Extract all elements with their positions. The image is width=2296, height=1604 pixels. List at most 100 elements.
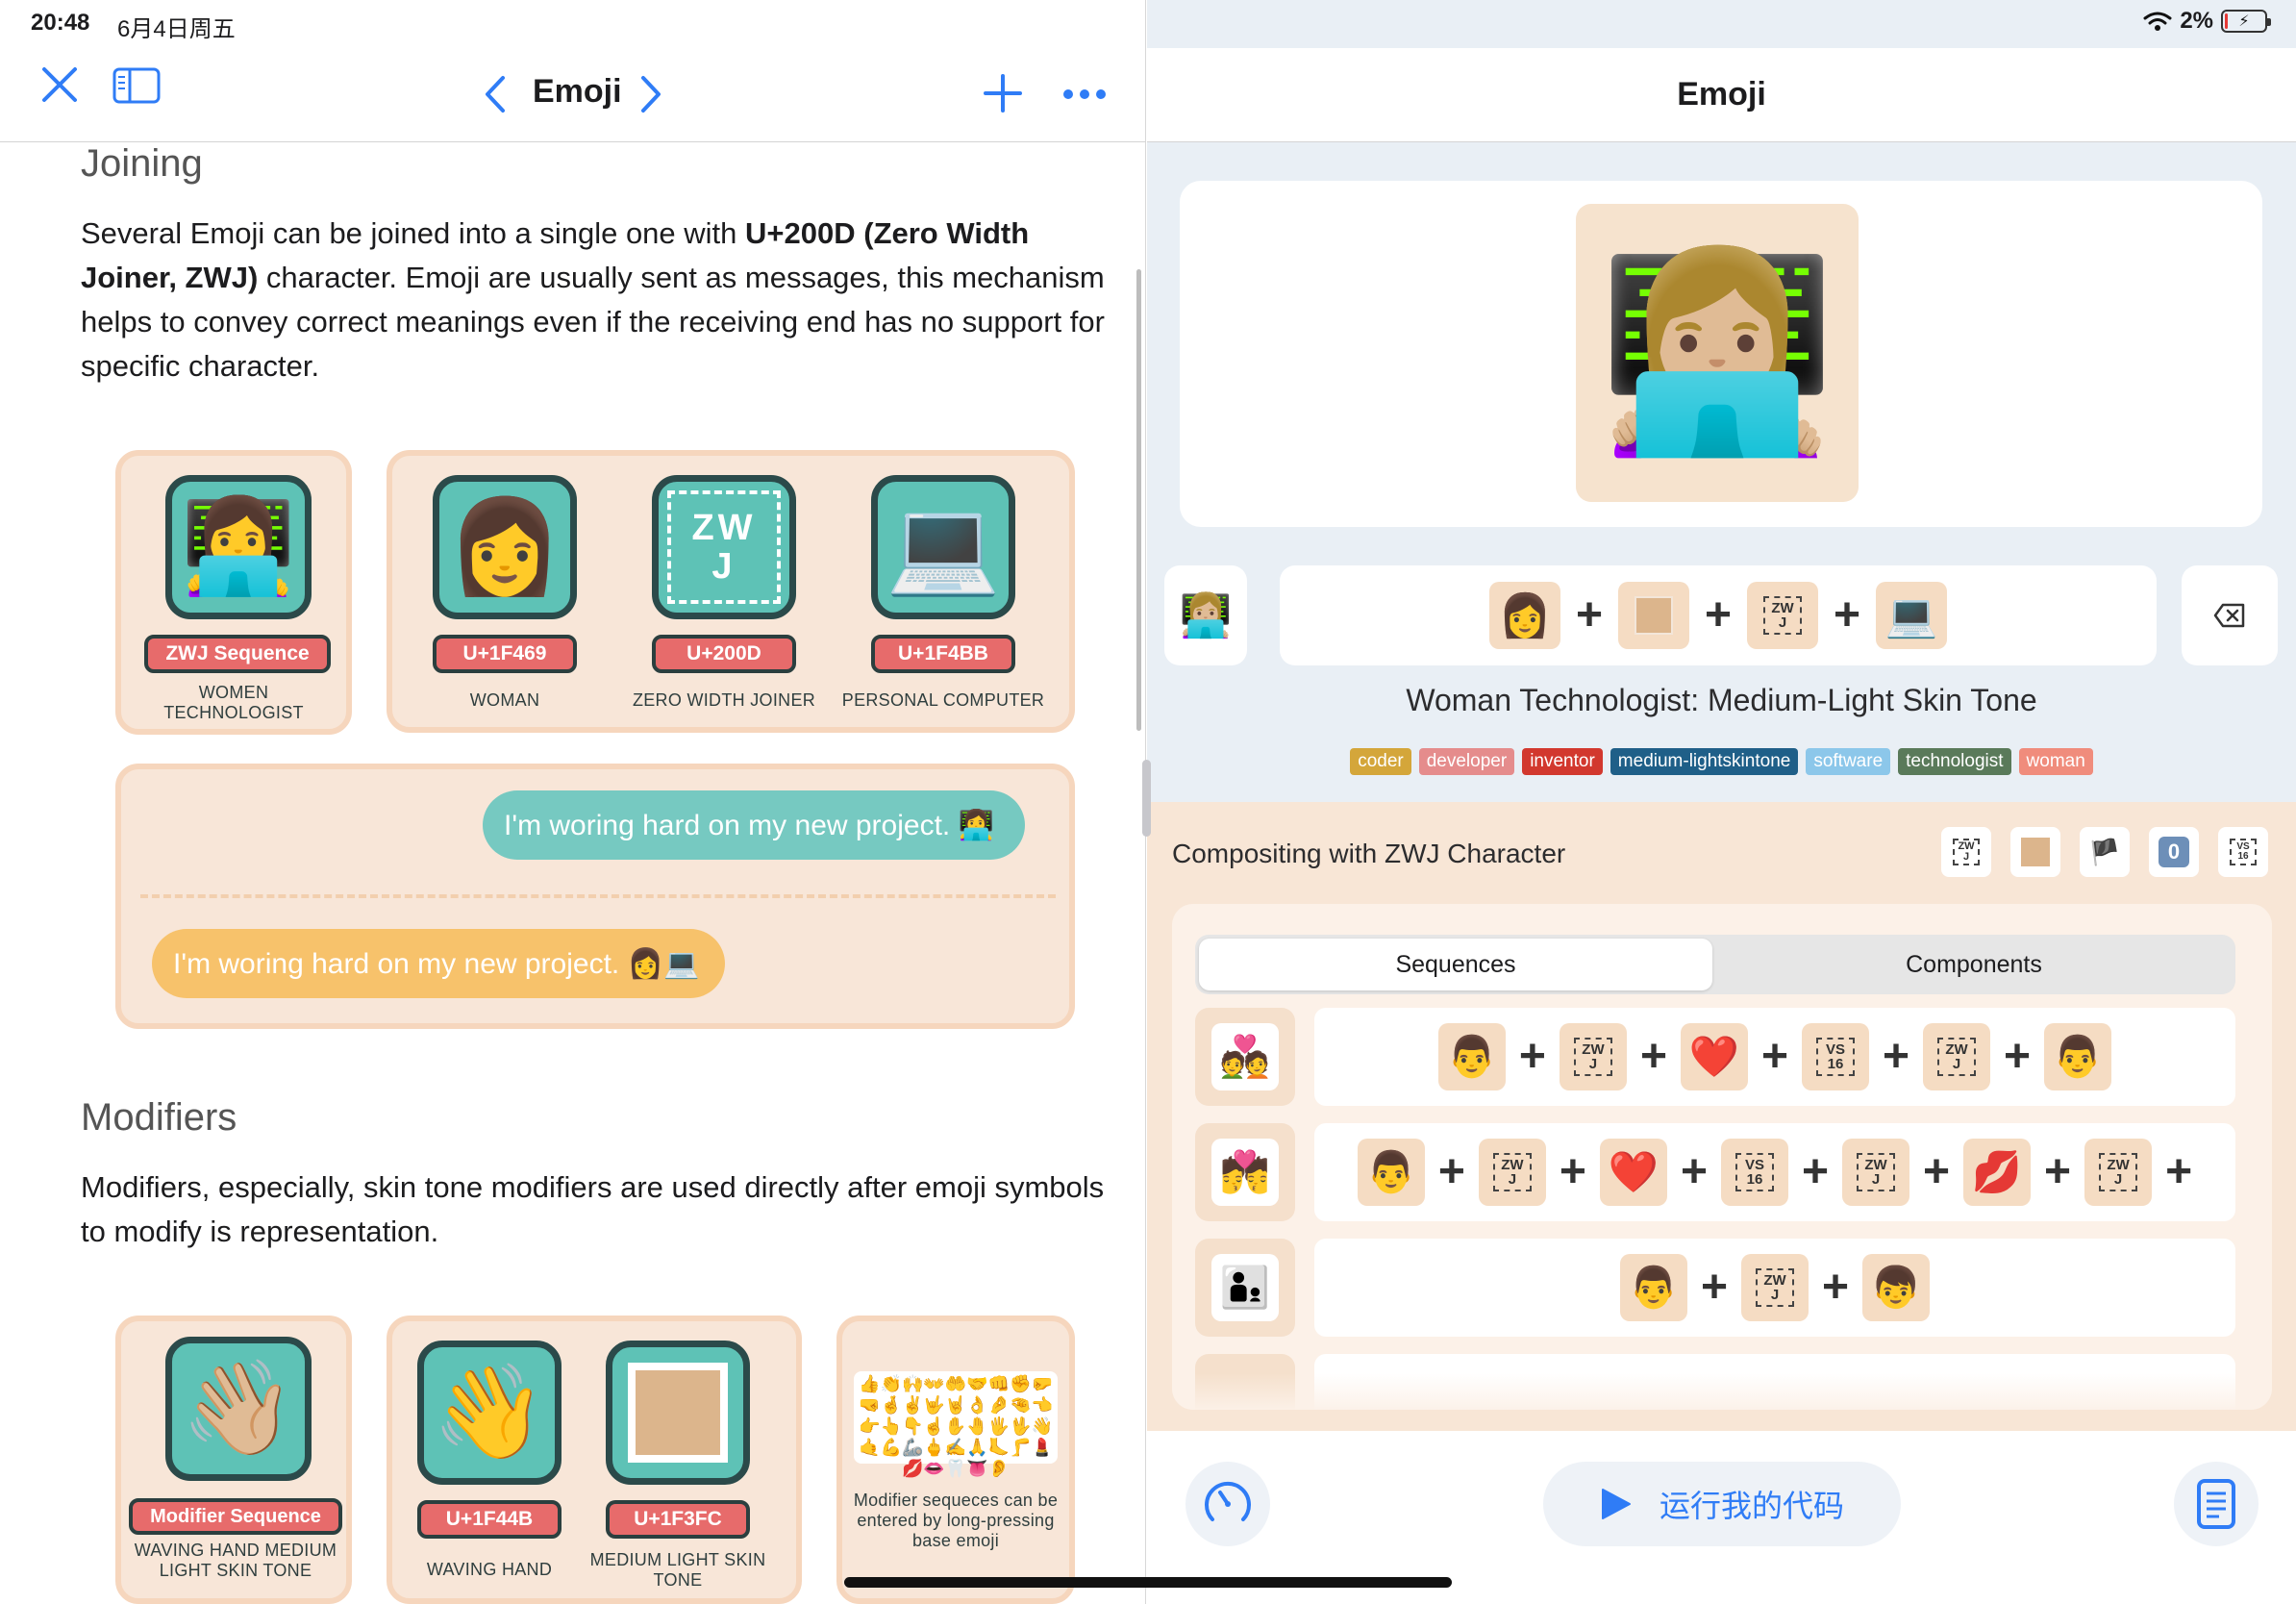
vs16-chip[interactable]: VS 16 <box>1720 1139 1788 1206</box>
skin-tone-shortcut[interactable] <box>2010 827 2060 877</box>
sequences-tab[interactable]: Sequences <box>1199 939 1712 990</box>
sequence-row[interactable]: 👨 + ZW J + ❤️ + VS 16 + ZW J + 👨 <box>1314 1008 2235 1106</box>
woman-part-chip[interactable]: 👩 <box>1488 582 1560 649</box>
woman-emoji: 👩 <box>447 495 562 598</box>
speedometer-button[interactable] <box>1185 1462 1270 1546</box>
zwj-tile: ZW J <box>652 475 796 619</box>
skin-tone-part-chip[interactable] <box>1617 582 1689 649</box>
plus-icon: + <box>1680 1146 1708 1197</box>
sequence-row-icon[interactable]: 💑 <box>1195 1008 1295 1106</box>
heart-chip[interactable]: ❤️ <box>1599 1139 1667 1206</box>
modifier-components-card: 👋 U+1F44B WAVING HAND U+1F3FC MEDIUM LIG… <box>387 1316 802 1604</box>
zwj-chip[interactable]: ZW J <box>1741 1254 1809 1321</box>
sequence-row-icon[interactable]: 💏 <box>1195 1123 1295 1221</box>
composed-emoji: 👩🏼‍💻 <box>1179 592 1233 639</box>
live-view-title: Emoji <box>1677 76 1766 113</box>
plus-icon: + <box>1559 1146 1586 1197</box>
emoji-palette-image: 👍👏🙌👐🤲🤝👊✊🤛🤜🤞✌️🤟🤘👌🤌🤏👈👉👆👇☝️✋🤚🖐️🖖👋🤙💪🦾🖕✍️🙏🦶🦵💄… <box>854 1371 1058 1478</box>
man-chip[interactable]: 👨 <box>1437 1023 1506 1090</box>
waving-hand-light-tile: 👋🏼 <box>165 1337 312 1481</box>
zwj-icon: ZW J <box>1492 1153 1532 1191</box>
zwj-part-chip[interactable]: ZW J <box>1747 582 1819 649</box>
computer-part-chip[interactable]: 💻 <box>1876 582 1948 649</box>
close-icon[interactable] <box>37 62 83 108</box>
tag[interactable]: medium-lightskintone <box>1610 748 1799 775</box>
tag[interactable]: woman <box>2018 748 2093 775</box>
vs16-chip[interactable]: VS 16 <box>1802 1023 1870 1090</box>
waving-hand-caption: WAVING HAND <box>426 1560 553 1579</box>
document-navbar: Emoji <box>0 48 1146 142</box>
zwj-components-card: 👩 U+1F469 WOMAN ZW J U+200D ZERO WIDTH JO… <box>387 450 1075 733</box>
zwj-sequence-pill: ZWJ Sequence <box>144 635 331 673</box>
tag[interactable]: inventor <box>1522 748 1603 775</box>
man-chip[interactable]: 👨 <box>2044 1023 2112 1090</box>
sequence-row-icon[interactable]: 👨‍👦 <box>1195 1239 1295 1337</box>
component-shortcuts: ZW J 🏴 0 VS 16 <box>1941 827 2268 877</box>
zwj-chip[interactable]: ZW J <box>1478 1139 1546 1206</box>
computer-emoji: 💻 <box>886 495 1001 598</box>
emoji-preview-tile: 👩🏼‍💻 <box>1576 204 1859 502</box>
delete-button[interactable] <box>2182 565 2278 665</box>
skin-tone-swatch <box>2021 838 2050 866</box>
skin-tone-tile <box>606 1341 750 1485</box>
document-button[interactable] <box>2174 1462 2259 1546</box>
plus-icon: + <box>1518 1031 1546 1082</box>
compositing-card: Sequences Components 💑 👨 + ZW J + ❤️ + VS… <box>1172 904 2272 1410</box>
plus-icon: + <box>1822 1262 1850 1313</box>
plus-icon: + <box>1575 589 1603 640</box>
fade-overlay <box>1172 1373 2272 1410</box>
woman-caption: WOMAN <box>469 690 540 710</box>
chevron-right-icon[interactable] <box>635 71 669 117</box>
chat-divider <box>140 894 1056 898</box>
emoji-name: Woman Technologist: Medium-Light Skin To… <box>1406 683 2037 717</box>
tag[interactable]: software <box>1806 748 1891 775</box>
man-chip[interactable]: 👨 <box>1357 1139 1425 1206</box>
composed-emoji-button[interactable]: 👩🏼‍💻 <box>1164 565 1247 665</box>
kiss-mark-chip[interactable]: 💋 <box>1963 1139 2032 1206</box>
heart-chip[interactable]: ❤️ <box>1680 1023 1748 1090</box>
speedometer-icon <box>1205 1481 1251 1521</box>
live-view-pane: 2% ⚡ Emoji 👩🏼‍💻 👩🏼‍💻 👩 + + ZWJ + 💻 <box>1147 0 2296 1604</box>
vs16-shortcut[interactable]: VS 16 <box>2218 827 2268 877</box>
keycap-shortcut[interactable]: 0 <box>2149 827 2199 877</box>
zwj-chip[interactable]: ZW J <box>2084 1139 2153 1206</box>
sidebar-icon[interactable] <box>110 65 163 106</box>
run-code-label: 运行我的代码 <box>1659 1489 1844 1523</box>
plus-icon: + <box>1700 1262 1728 1313</box>
sequence-row[interactable]: 👨 + ZW J + 👦 <box>1314 1239 2235 1337</box>
tag[interactable]: developer <box>1418 748 1515 775</box>
woman-technologist-emoji: 👩‍💻 <box>181 495 296 598</box>
run-code-button[interactable]: 运行我的代码 <box>1543 1462 1901 1546</box>
chat-example-card: I'm woring hard on my new project. 👩‍💻 I… <box>115 764 1075 1029</box>
zwj-chip[interactable]: ZW J <box>1842 1139 1910 1206</box>
components-tab[interactable]: Components <box>1716 939 2232 990</box>
scrollbar[interactable] <box>1136 269 1141 731</box>
home-indicator[interactable] <box>844 1577 1452 1588</box>
split-view-divider-handle[interactable] <box>1142 760 1151 837</box>
more-icon[interactable] <box>1061 77 1108 112</box>
zwj-chip[interactable]: ZW J <box>1923 1023 1991 1090</box>
man-chip[interactable]: 👨 <box>1619 1254 1687 1321</box>
zwj-chip[interactable]: ZW J <box>1559 1023 1627 1090</box>
waving-hand-emoji: 👋 <box>432 1361 547 1464</box>
zwj-icon: ZW J <box>1953 839 1980 865</box>
sequence-row[interactable]: 👨 + ZW J + ❤️ + VS 16 + ZW J + 💋 + ZW J + <box>1314 1123 2235 1221</box>
long-press-card: 👍👏🙌👐🤲🤝👊✊🤛🤜🤞✌️🤟🤘👌🤌🤏👈👉👆👇☝️✋🤚🖐️🖖👋🤙💪🦾🖕✍️🙏🦶🦵💄… <box>836 1316 1075 1604</box>
add-icon[interactable] <box>981 71 1025 115</box>
live-view-navbar: Emoji <box>1147 48 2296 142</box>
keycap-zero-icon: 0 <box>2159 837 2189 867</box>
boy-chip[interactable]: 👦 <box>1862 1254 1931 1321</box>
waving-hand-tile: 👋 <box>417 1341 562 1485</box>
black-flag-icon: 🏴 <box>2088 837 2121 866</box>
modifiers-heading: Modifiers <box>81 1096 237 1139</box>
document-title: Emoji <box>533 73 622 110</box>
woman-code-pill: U+1F469 <box>433 635 577 673</box>
woman-tile: 👩 <box>433 475 577 619</box>
black-flag-shortcut[interactable]: 🏴 <box>2080 827 2130 877</box>
tag[interactable]: technologist <box>1898 748 2011 775</box>
tag[interactable]: coder <box>1350 748 1411 775</box>
skin-tone-pill: U+1F3FC <box>606 1500 750 1539</box>
chevron-left-icon[interactable] <box>477 71 512 117</box>
zwj-shortcut[interactable]: ZW J <box>1941 827 1991 877</box>
composer-bar[interactable]: 👩 + + ZW J + 💻 <box>1280 565 2157 665</box>
